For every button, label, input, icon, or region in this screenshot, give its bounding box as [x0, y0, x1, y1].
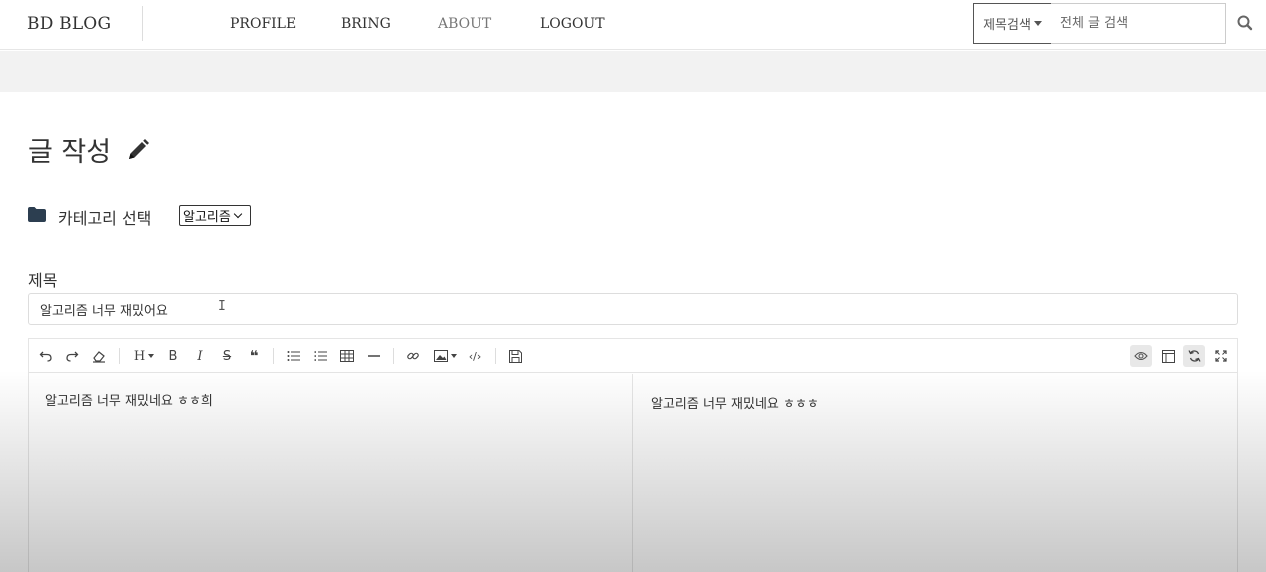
- toolbar-separator: [393, 348, 394, 364]
- subject-label: 제목: [28, 271, 58, 290]
- editor-toolbar: H B I S ❝ ‹/›: [29, 339, 1237, 373]
- eraser-icon[interactable]: [90, 347, 108, 365]
- toolbar-separator: [119, 348, 120, 364]
- source-text: 알고리즘 너무 재밌네요 ㅎㅎ희: [45, 394, 213, 409]
- caret-down-icon: [450, 354, 457, 358]
- category-selected-value: 알고리즘: [183, 210, 231, 225]
- folder-icon: [28, 207, 46, 222]
- fullscreen-icon[interactable]: [1212, 347, 1230, 365]
- horizontal-rule-icon[interactable]: [365, 347, 383, 365]
- toolbar-separator: [495, 348, 496, 364]
- preview-icon[interactable]: [1130, 345, 1152, 367]
- strikethrough-icon[interactable]: S: [218, 347, 236, 365]
- page-title: 글 작성: [28, 137, 112, 168]
- editor-preview-pane: 알고리즘 너무 재밌네요 ㅎㅎㅎ: [634, 374, 1237, 572]
- header-band: [0, 51, 1266, 92]
- chevron-down-icon: [233, 209, 243, 219]
- nav-link-logout[interactable]: LOGOUT: [540, 16, 605, 32]
- category-label: 카테고리 선택: [58, 209, 152, 228]
- brand-logo[interactable]: BD BLOG: [27, 14, 111, 34]
- caret-down-icon: [1033, 21, 1042, 26]
- nav-link-profile[interactable]: PROFILE: [230, 16, 296, 32]
- search-type-label: 제목검색: [983, 18, 1031, 33]
- search-type-select[interactable]: 제목검색: [973, 3, 1052, 44]
- code-icon[interactable]: ‹/›: [466, 347, 484, 365]
- preview-text: 알고리즘 너무 재밌네요 ㅎㅎㅎ: [651, 397, 819, 412]
- sync-scroll-icon[interactable]: [1183, 345, 1205, 367]
- search-input[interactable]: [1051, 3, 1226, 44]
- quote-label: ❝: [249, 347, 259, 365]
- italic-icon[interactable]: I: [191, 347, 209, 365]
- toolbar-separator: [273, 348, 274, 364]
- save-icon[interactable]: [506, 347, 524, 365]
- italic-label: I: [197, 348, 203, 364]
- markdown-editor: H B I S ❝ ‹/› 알고리즘 너무 재밌네요 ㅎㅎ희 알고리즘 너무 재…: [28, 338, 1238, 572]
- heading-label: H: [133, 348, 146, 364]
- table-icon[interactable]: [338, 347, 356, 365]
- navbar: BD BLOG PROFILE BRING ABOUT LOGOUT 제목검색: [0, 0, 1266, 50]
- bold-icon[interactable]: B: [164, 347, 182, 365]
- caret-down-icon: [148, 354, 155, 358]
- text-cursor-icon: I: [218, 299, 226, 314]
- bold-label: B: [168, 348, 178, 364]
- category-select[interactable]: 알고리즘: [179, 205, 251, 226]
- brand-divider: [142, 6, 143, 41]
- strike-label: S: [222, 348, 232, 364]
- heading-icon[interactable]: H: [131, 347, 157, 365]
- redo-icon[interactable]: [63, 347, 81, 365]
- subject-input[interactable]: [28, 293, 1238, 325]
- quote-icon[interactable]: ❝: [245, 347, 263, 365]
- undo-icon[interactable]: [37, 347, 55, 365]
- search-icon[interactable]: [1234, 12, 1256, 34]
- nav-link-about[interactable]: ABOUT: [438, 16, 491, 32]
- ordered-list-icon[interactable]: [312, 347, 330, 365]
- editor-source-pane[interactable]: 알고리즘 너무 재밌네요 ㅎㅎ희: [29, 374, 633, 572]
- unordered-list-icon[interactable]: [285, 347, 303, 365]
- image-icon[interactable]: [432, 347, 458, 365]
- link-icon[interactable]: [404, 347, 422, 365]
- side-by-side-icon[interactable]: [1159, 347, 1177, 365]
- pencil-icon: [126, 138, 150, 162]
- nav-link-bring[interactable]: BRING: [341, 16, 391, 32]
